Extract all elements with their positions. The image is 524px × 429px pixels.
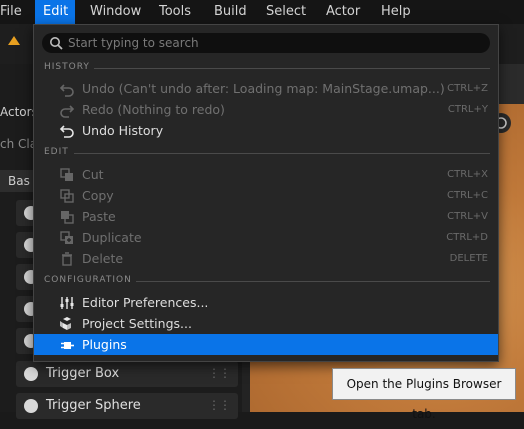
menu-item-plugins[interactable]: Plugins: [34, 334, 498, 355]
place-item-label: Trigger Sphere: [46, 398, 141, 413]
menu-item-delete[interactable]: Delete DELETE: [34, 248, 498, 269]
redo-icon: [60, 105, 75, 118]
paste-icon: [61, 211, 74, 224]
place-item-trigger-sphere[interactable]: Trigger Sphere ⋮⋮: [16, 393, 238, 419]
menu-item-label: Plugins: [82, 337, 127, 352]
menu-item-label: Undo (Can't undo after: Loading map: Mai…: [82, 81, 445, 96]
menu-item-label: Delete: [82, 251, 124, 266]
sliders-icon: [60, 297, 74, 309]
shortcut-label: CTRL+Y: [447, 104, 488, 115]
place-item-trigger-box[interactable]: Trigger Box ⋮⋮: [16, 361, 238, 387]
menu-item-project-settings[interactable]: Project Settings...: [34, 313, 498, 334]
menu-item-label: Copy: [82, 188, 114, 203]
copy-icon: [60, 189, 74, 203]
search-icon: [50, 37, 63, 50]
menu-item-duplicate[interactable]: Duplicate CTRL+D: [34, 227, 498, 248]
menu-select[interactable]: Select: [258, 0, 314, 24]
menu-edit[interactable]: Edit: [35, 0, 75, 24]
plugins-tooltip: Open the Plugins Browser tab.: [332, 368, 516, 421]
shortcut-label: CTRL+V: [447, 211, 488, 222]
menu-item-editor-preferences[interactable]: Editor Preferences...: [34, 292, 498, 313]
menu-item-undo[interactable]: Undo (Can't undo after: Loading map: Mai…: [34, 78, 498, 99]
menu-item-cut[interactable]: Cut CTRL+X: [34, 164, 498, 185]
divider: [136, 281, 490, 282]
shortcut-label: CTRL+D: [446, 232, 488, 243]
tab-basic[interactable]: Bas: [0, 170, 36, 192]
section-label: HISTORY: [44, 62, 90, 72]
menu-item-label: Paste: [82, 209, 116, 224]
cut-icon: [60, 168, 73, 181]
undo-history-icon: [59, 125, 74, 138]
cubes-icon: [60, 317, 71, 330]
shortcut-label: DELETE: [449, 253, 488, 264]
menu-item-label: Undo History: [82, 123, 164, 138]
undo-icon: [59, 84, 74, 97]
menu-item-label: Project Settings...: [82, 316, 192, 331]
menu-item-label: Duplicate: [82, 230, 142, 245]
menu-item-redo[interactable]: Redo (Nothing to redo) CTRL+Y: [34, 99, 498, 120]
mode-icon[interactable]: [7, 34, 21, 46]
menu-search-field[interactable]: [42, 33, 490, 53]
edit-menu-dropdown: HISTORY Undo (Can't undo after: Loading …: [33, 24, 499, 362]
drag-grip-icon[interactable]: ⋮⋮: [208, 366, 231, 380]
section-label: CONFIGURATION: [44, 275, 132, 285]
place-item-label: Trigger Box: [46, 366, 120, 381]
trash-icon: [62, 252, 72, 266]
section-label: EDIT: [44, 147, 69, 157]
menu-window[interactable]: Window: [82, 0, 149, 24]
menu-tools[interactable]: Tools: [151, 0, 199, 24]
cube-icon: [24, 367, 38, 381]
plug-icon: [61, 342, 74, 349]
menu-item-copy[interactable]: Copy CTRL+C: [34, 185, 498, 206]
menu-actor[interactable]: Actor: [318, 0, 368, 24]
section-configuration: CONFIGURATION: [44, 275, 490, 285]
menu-build[interactable]: Build: [206, 0, 255, 24]
section-edit: EDIT: [44, 147, 490, 157]
menu-item-undo-history[interactable]: Undo History: [34, 120, 498, 141]
divider: [74, 153, 490, 154]
divider: [94, 68, 490, 69]
shortcut-label: CTRL+Z: [447, 83, 488, 94]
sphere-icon: [24, 399, 38, 413]
duplicate-icon: [60, 231, 73, 244]
menu-item-paste[interactable]: Paste CTRL+V: [34, 206, 498, 227]
menu-item-label: Editor Preferences...: [82, 295, 209, 310]
menu-file[interactable]: File: [0, 0, 30, 24]
menu-item-label: Redo (Nothing to redo): [82, 102, 225, 117]
drag-grip-icon[interactable]: ⋮⋮: [208, 398, 231, 412]
shortcut-label: CTRL+C: [447, 190, 488, 201]
section-history: HISTORY: [44, 62, 490, 72]
menu-bar: File Edit Window Tools Build Select Acto…: [0, 0, 524, 24]
shortcut-label: CTRL+X: [447, 169, 488, 180]
menu-help[interactable]: Help: [373, 0, 419, 24]
menu-search-input[interactable]: [68, 33, 478, 53]
class-search-input[interactable]: ch Cla: [0, 137, 37, 151]
menu-item-label: Cut: [82, 167, 104, 182]
